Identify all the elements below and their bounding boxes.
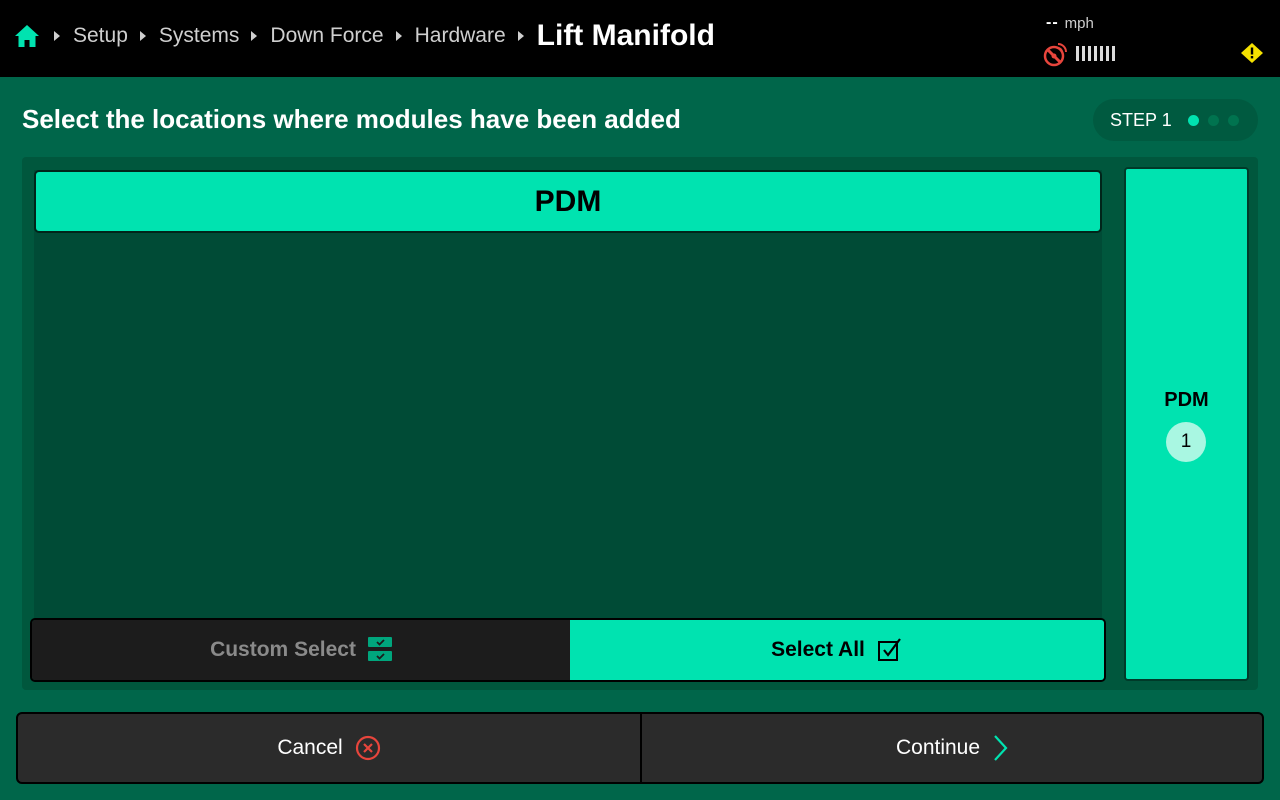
footer-action-bar: Cancel Continue [16, 712, 1264, 784]
location-option-pdm[interactable]: PDM [34, 170, 1102, 233]
checkbox-checked-icon [877, 637, 903, 663]
warning-icon[interactable] [1241, 43, 1263, 63]
speed-unit: mph [1064, 14, 1094, 32]
cancel-button[interactable]: Cancel [18, 714, 640, 782]
module-summary-card[interactable]: PDM 1 [1124, 167, 1249, 681]
breadcrumb-separator-icon [54, 31, 60, 41]
breadcrumb-systems[interactable]: Systems [159, 24, 240, 48]
select-all-label: Select All [771, 638, 865, 661]
home-icon[interactable] [14, 22, 42, 50]
speed-readout: -- mph [1046, 14, 1094, 32]
breadcrumb-separator-icon [139, 31, 146, 41]
instruction-heading: Select the locations where modules have … [22, 104, 681, 134]
module-count-badge: 1 [1166, 422, 1206, 462]
continue-label: Continue [895, 736, 981, 759]
breadcrumb-separator-icon [395, 31, 402, 41]
selection-mode-toggle: Custom Select Select All [30, 618, 1106, 682]
breadcrumb-separator-icon [517, 31, 524, 41]
signal-strength-icon [1076, 46, 1115, 61]
step-indicator: STEP 1 [1093, 99, 1258, 141]
top-bar: Setup Systems Down Force Hardware Lift M… [0, 0, 1280, 77]
step-dot-1 [1187, 114, 1199, 126]
breadcrumb-hardware[interactable]: Hardware [415, 24, 506, 48]
cancel-icon [355, 735, 381, 761]
page-title: Lift Manifold [536, 19, 715, 52]
breadcrumb-down-force[interactable]: Down Force [270, 24, 383, 48]
step-dot-3 [1227, 114, 1239, 126]
module-summary-title: PDM [1164, 389, 1209, 411]
continue-button[interactable]: Continue [642, 714, 1262, 782]
custom-select-button[interactable]: Custom Select [32, 620, 570, 680]
breadcrumb-separator-icon [251, 31, 258, 41]
cancel-label: Cancel [277, 736, 343, 759]
select-all-button[interactable]: Select All [570, 620, 1104, 680]
location-list-area [34, 170, 1102, 682]
speed-value: -- [1046, 14, 1059, 31]
chevron-right-icon [992, 734, 1008, 762]
breadcrumb: Setup Systems Down Force Hardware Lift M… [14, 16, 715, 56]
custom-select-icon [367, 637, 392, 663]
step-dot-2 [1207, 114, 1219, 126]
custom-select-label: Custom Select [210, 638, 356, 661]
satellite-dish-icon[interactable] [1043, 41, 1069, 67]
breadcrumb-setup[interactable]: Setup [73, 24, 128, 48]
step-label: STEP 1 [1110, 109, 1172, 130]
